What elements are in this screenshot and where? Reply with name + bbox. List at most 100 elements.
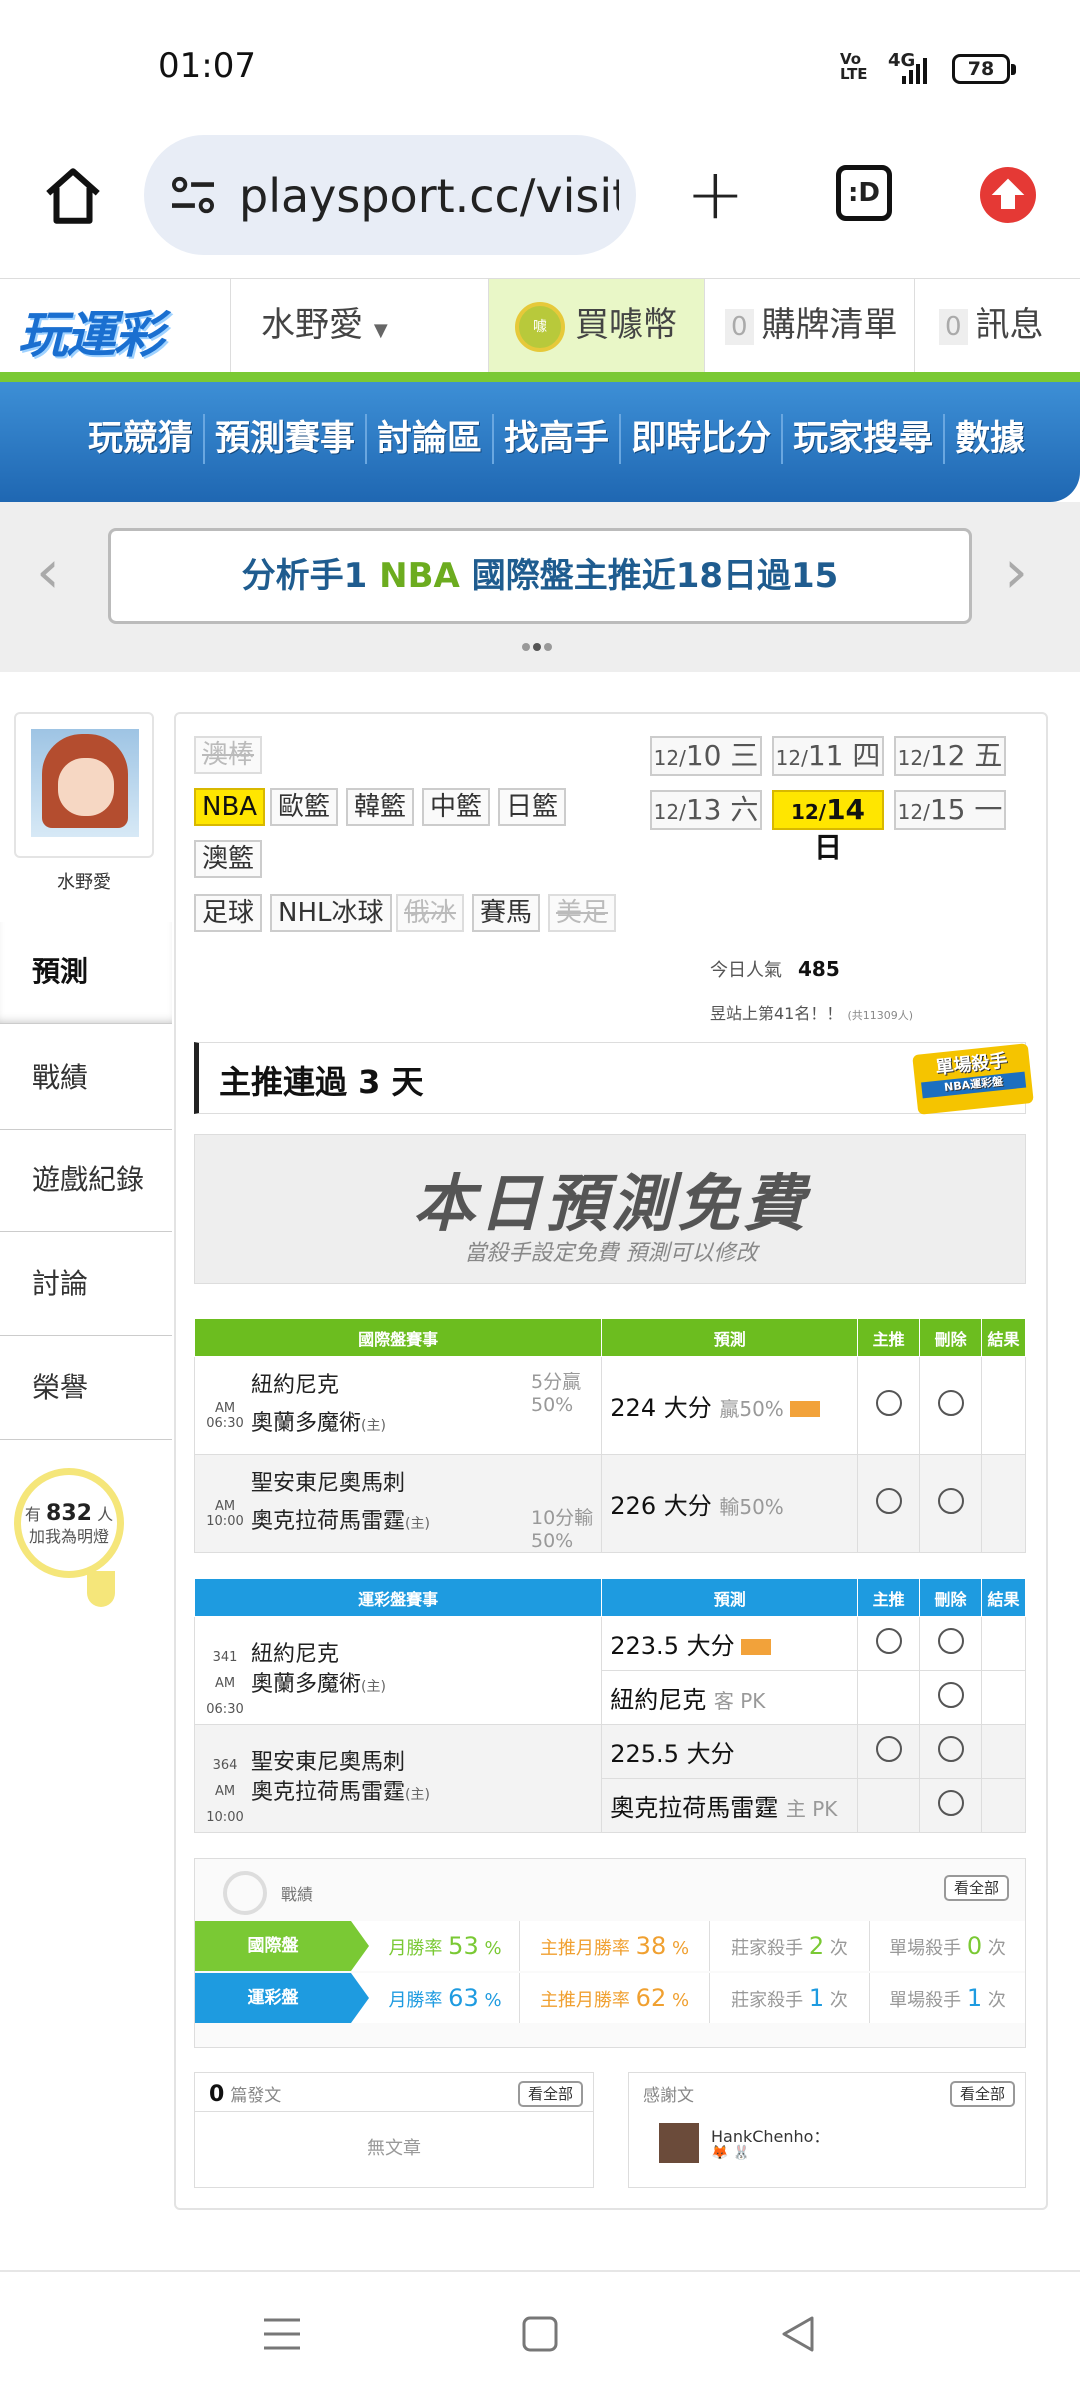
sidebar-item-honor[interactable]: 榮譽 <box>0 1338 172 1440</box>
sidebar-item-discuss[interactable]: 討論 <box>0 1234 172 1336</box>
messages-button[interactable]: 0 訊息 <box>914 279 1080 372</box>
main-pick-radio[interactable] <box>875 1389 902 1416</box>
posts-view-all-button[interactable]: 看全部 <box>517 2081 583 2107</box>
thanks-view-all-button[interactable]: 看全部 <box>949 2081 1015 2107</box>
rank-total: (共11309人) <box>847 1009 914 1022</box>
nav-item-predict[interactable]: 預測賽事 <box>205 414 368 464</box>
prediction: 226 大分 輸50% <box>601 1454 859 1553</box>
record-row-intl: 國際盤 月勝率 53 % 主推月勝率 38 % 莊家殺手 2 次 單場殺手 0 … <box>195 1921 1025 1971</box>
sport-tag-jp-basketball[interactable]: 日籃 <box>498 788 567 826</box>
month-win-rate: 月勝率 53 % <box>388 1932 502 1960</box>
result-cell <box>981 1356 1026 1455</box>
prediction-note: 客 PK <box>713 1689 766 1713</box>
sport-tag-aus-baseball[interactable]: 澳棒 <box>194 736 263 774</box>
avatar[interactable] <box>659 2123 699 2163</box>
home-team: 奧蘭多魔術 <box>251 1671 362 1697</box>
nav-item-guess[interactable]: 玩競猜 <box>78 414 206 464</box>
game-time: AM 06:30 <box>206 1401 244 1431</box>
site-settings-icon[interactable] <box>170 175 216 217</box>
main-pick-radio[interactable] <box>875 1487 902 1514</box>
date-month: 12/ <box>653 746 686 770</box>
sport-tag-nhl[interactable]: NHL冰球 <box>270 894 392 932</box>
sport-tag-ru-hockey[interactable]: 俄冰 <box>396 894 465 932</box>
user-menu[interactable]: 水野愛 ▼ <box>230 279 488 372</box>
date-1212[interactable]: 12/12 五 <box>894 736 1006 776</box>
main-pick-radio[interactable] <box>875 1735 902 1762</box>
game-time: AM 10:00 <box>206 1499 244 1529</box>
date-month: 12/ <box>653 800 686 824</box>
home-tag: (主) <box>361 1678 386 1695</box>
odds-pct: 50% <box>531 1394 574 1416</box>
delete-radio[interactable] <box>937 1789 964 1816</box>
date-1213[interactable]: 12/13 六 <box>650 790 762 830</box>
home-icon[interactable] <box>40 163 106 229</box>
divider <box>0 372 1080 382</box>
sport-tag-aus-basketball[interactable]: 澳籃 <box>194 840 263 878</box>
sport-tag-horse[interactable]: 賽馬 <box>472 894 541 932</box>
streak-title: 主推連過 3 天 <box>219 1063 424 1101</box>
sport-tag-nba[interactable]: NBA <box>194 788 266 826</box>
main-pick-radio[interactable] <box>875 1627 902 1654</box>
record-label: 國際盤 <box>195 1921 369 1971</box>
cart-button[interactable]: 0 購牌清單 <box>704 279 914 372</box>
date-1211[interactable]: 12/11 四 <box>772 736 884 776</box>
posts-empty: 無文章 <box>195 2111 593 2186</box>
new-tab-icon[interactable]: + <box>686 159 745 229</box>
date-1210[interactable]: 12/10 三 <box>650 736 762 776</box>
menu-icon[interactable] <box>262 2314 302 2354</box>
sidebar-item-game-log[interactable]: 遊戲紀錄 <box>0 1130 172 1232</box>
buy-coin-button[interactable]: 噱買噱幣 <box>488 279 704 372</box>
banner-text[interactable]: 分析手1 NBA 國際盤主推近18日過15 <box>108 528 972 624</box>
date-weekday: 日 <box>813 831 842 864</box>
site-logo[interactable]: 玩運彩 <box>18 295 164 367</box>
col-header: 結果 <box>981 1578 1026 1617</box>
sidebar-item-predict[interactable]: 預測 <box>0 922 172 1024</box>
sport-tag-eu-basketball[interactable]: 歐籃 <box>270 788 339 826</box>
banner-prefix: 分析手1 <box>241 556 380 596</box>
delete-radio[interactable] <box>937 1735 964 1762</box>
update-icon[interactable] <box>980 167 1036 223</box>
date-1215[interactable]: 12/15 一 <box>894 790 1006 830</box>
col-header: 主推 <box>857 1578 921 1617</box>
sport-tag-kr-basketball[interactable]: 韓籃 <box>346 788 415 826</box>
date-1214[interactable]: 12/14 日 <box>772 790 884 864</box>
main-win-rate: 主推月勝率 38 % <box>519 1921 709 1971</box>
game-time: AM 10:00 <box>206 1784 244 1825</box>
tab-switcher-button[interactable]: :D <box>836 165 892 221</box>
sport-tag-soccer[interactable]: 足球 <box>194 894 263 932</box>
col-header: 預測 <box>601 1318 859 1357</box>
prev-arrow-icon[interactable]: ‹ <box>36 542 60 602</box>
home-team: 奧蘭多魔術 <box>251 1410 362 1436</box>
nav-item-data[interactable]: 數據 <box>945 414 1035 464</box>
main-win-rate: 主推月勝率 62 % <box>519 1973 709 2023</box>
nav-item-forum[interactable]: 討論區 <box>367 414 495 464</box>
chevron-down-icon: ▼ <box>373 320 388 341</box>
fans-badge[interactable]: 有 832 人 加我為明燈 <box>14 1468 124 1607</box>
delete-radio[interactable] <box>937 1389 964 1416</box>
nav-item-experts[interactable]: 找高手 <box>494 414 622 464</box>
nav-item-livescore[interactable]: 即時比分 <box>621 414 784 464</box>
result-cell <box>981 1616 1026 1671</box>
home-nav-icon[interactable] <box>520 2314 560 2354</box>
thanks-user[interactable]: HankChenho： <box>711 2123 829 2147</box>
delete-radio[interactable] <box>937 1627 964 1654</box>
sport-tag-us-football[interactable]: 美足 <box>548 894 617 932</box>
avatar[interactable] <box>14 712 154 858</box>
nav-item-player-search[interactable]: 玩家搜尋 <box>783 414 946 464</box>
address-bar[interactable]: playsport.cc/visit <box>144 135 636 255</box>
sidebar-item-record[interactable]: 戰績 <box>0 1028 172 1130</box>
team-names: 聖安東尼奧馬刺 奧克拉荷馬雷霆(主) <box>195 1748 601 1810</box>
prediction-value: 紐約尼克 <box>610 1686 707 1714</box>
date-day: 12 <box>929 739 966 772</box>
delete-radio[interactable] <box>937 1487 964 1514</box>
delete-radio[interactable] <box>937 1681 964 1708</box>
sport-tag-cn-basketball[interactable]: 中籃 <box>422 788 491 826</box>
back-icon[interactable] <box>778 2314 818 2354</box>
msg-count: 0 <box>939 308 968 345</box>
record-row-tw: 運彩盤 月勝率 63 % 主推月勝率 62 % 莊家殺手 1 次 單場殺手 1 … <box>195 1973 1025 2023</box>
next-arrow-icon[interactable]: › <box>1004 542 1028 602</box>
posts-label: 篇發文 <box>230 2086 282 2106</box>
col-header: 主推 <box>857 1318 921 1357</box>
view-all-button[interactable]: 看全部 <box>943 1875 1009 1901</box>
record-box: 戰績 看全部 國際盤 月勝率 53 % 主推月勝率 38 % 莊家殺手 2 次 … <box>194 1858 1026 2048</box>
